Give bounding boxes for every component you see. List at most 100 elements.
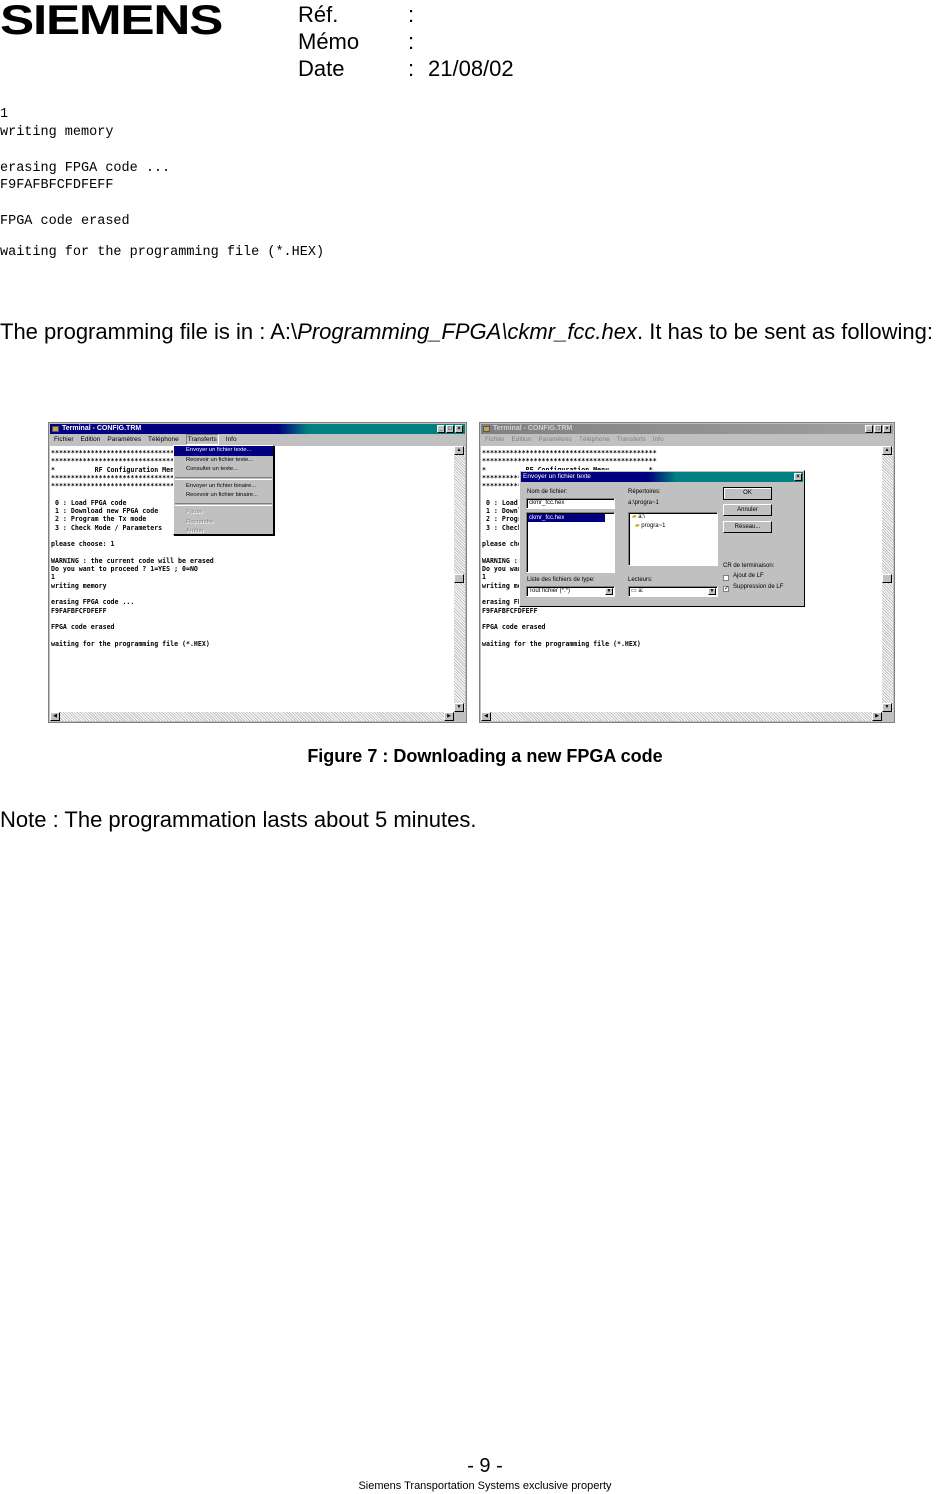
menu-edition[interactable]: Edition	[512, 434, 532, 445]
folder-open-icon: ▰	[632, 514, 637, 520]
cancel-button[interactable]: Annuler	[723, 504, 772, 516]
file-type-value: Tout fichier (*.*)	[529, 588, 571, 594]
maximize-button[interactable]: □	[446, 425, 454, 433]
scroll-down-button[interactable]: ▼	[454, 703, 464, 712]
app-icon	[52, 426, 59, 432]
chevron-down-icon[interactable]: ▼	[605, 588, 613, 595]
menu-bar: Fichier Edition Paramètres Téléphone Tra…	[50, 434, 465, 445]
menu-item-send-text[interactable]: Envoyer un fichier texte...	[174, 446, 273, 456]
send-text-file-dialog: Envoyer un fichier texte × Nom de fichie…	[519, 470, 805, 607]
menu-info[interactable]: Info	[653, 434, 664, 445]
scroll-right-button[interactable]: ▶	[872, 712, 882, 721]
scroll-thumb[interactable]	[454, 574, 464, 583]
menu-bar: Fichier Edition Paramètres Téléphone Tra…	[481, 434, 893, 445]
console-line: FPGA code erased	[0, 214, 130, 229]
menu-info[interactable]: Info	[226, 434, 237, 445]
scroll-right-button[interactable]: ▶	[444, 712, 454, 721]
current-directory: a:\progra~1	[628, 500, 659, 506]
vertical-scrollbar[interactable]: ▲ ▼	[454, 446, 465, 712]
scroll-up-button[interactable]: ▲	[454, 446, 464, 455]
menu-edition[interactable]: Edition	[81, 434, 101, 445]
menu-item-stop: Arrêter	[186, 528, 204, 535]
menu-separator	[175, 502, 272, 506]
menu-item-resume: Reprendre	[186, 518, 214, 525]
menu-item-send-binary[interactable]: Envoyer un fichier binaire...	[174, 482, 273, 492]
menu-item-receive-text[interactable]: Recevoir un fichier texte...	[174, 456, 273, 466]
date-label: Date	[298, 56, 345, 81]
dir-item[interactable]: ▰ a:\	[629, 513, 717, 522]
console-line: waiting for the programming file (*.HEX)	[0, 245, 325, 260]
paragraph-suffix: . It has to be sent as following:	[637, 319, 933, 344]
file-type-label: Liste des fichiers de type:	[527, 577, 595, 583]
vertical-scrollbar[interactable]: ▲ ▼	[882, 446, 893, 712]
drive-select[interactable]: ▭ a: ▼	[628, 586, 718, 597]
page-number: - 9 -	[467, 1455, 503, 1477]
menu-telephone[interactable]: Téléphone	[579, 434, 610, 445]
menu-item-view-text[interactable]: Consulter un texte...	[174, 465, 273, 475]
directory-tree[interactable]: ▰ a:\ ▰ progra~1	[628, 512, 718, 566]
maximize-button[interactable]: □	[874, 425, 882, 433]
scroll-thumb[interactable]	[882, 574, 892, 583]
folder-open-icon: ▰	[635, 523, 640, 529]
ok-button[interactable]: OK	[723, 487, 772, 500]
filename-input[interactable]: ckmr_fcc.hex	[526, 498, 615, 509]
ref-colon: :	[408, 2, 415, 27]
minimize-button[interactable]: _	[865, 425, 873, 433]
remove-lf-checkbox[interactable]: ✓	[723, 586, 729, 592]
menu-transferts[interactable]: Transferts	[617, 434, 646, 445]
scroll-down-button[interactable]: ▼	[882, 703, 892, 712]
path-drive: A:\	[270, 319, 298, 344]
dir-label: progra~1	[641, 523, 666, 529]
menu-item-receive-binary[interactable]: Recevoir un fichier binaire...	[174, 491, 273, 501]
network-button[interactable]: Réseau...	[723, 521, 772, 533]
menu-transferts[interactable]: Transferts	[185, 434, 219, 445]
minimize-button[interactable]: _	[437, 425, 445, 433]
cr-label: CR de terminaison:	[723, 563, 775, 569]
terminal-window-right: Terminal - CONFIG.TRM _ □ × Fichier Edit…	[479, 422, 895, 723]
memo-colon: :	[408, 29, 415, 54]
file-list-item[interactable]: ckmr_fcc.hex	[528, 514, 605, 522]
window-title: Terminal - CONFIG.TRM	[62, 425, 142, 432]
dialog-close-button[interactable]: ×	[794, 473, 802, 481]
path-rest: Programming_FPGA\ckmr_fcc.hex	[297, 319, 638, 344]
menu-parametres[interactable]: Paramètres	[538, 434, 572, 445]
menu-fichier[interactable]: Fichier	[485, 434, 505, 445]
terminal-window-left: Terminal - CONFIG.TRM _ □ × Fichier Edit…	[48, 422, 467, 723]
figure-caption: Figure 7 : Downloading a new FPGA code	[307, 746, 663, 766]
scroll-left-button[interactable]: ◀	[481, 712, 491, 721]
menu-telephone[interactable]: Téléphone	[148, 434, 179, 445]
date-colon: :	[408, 56, 415, 81]
drives-label: Lecteurs:	[628, 577, 653, 583]
drive-value: a:	[638, 588, 644, 594]
add-lf-checkbox[interactable]	[723, 575, 729, 581]
instruction-paragraph: The programming file is in : A:\Programm…	[0, 318, 942, 346]
date-value: 21/08/02	[428, 56, 514, 81]
title-bar: Terminal - CONFIG.TRM _ □ ×	[50, 424, 465, 434]
filename-label: Nom de fichier:	[527, 489, 568, 495]
remove-lf-label: Suppression de LF	[733, 584, 784, 590]
directories-label: Répertoires:	[628, 489, 661, 495]
dialog-title: Envoyer un fichier texte	[521, 472, 803, 482]
close-button[interactable]: ×	[455, 425, 463, 433]
horizontal-scrollbar[interactable]: ◀ ▶	[481, 712, 882, 721]
dir-item[interactable]: ▰ progra~1	[629, 522, 717, 531]
close-button[interactable]: ×	[883, 425, 891, 433]
menu-fichier[interactable]: Fichier	[54, 434, 74, 445]
file-list[interactable]: ckmr_fcc.hex	[526, 512, 615, 573]
console-line: erasing FPGA code ...	[0, 161, 171, 176]
memo-label: Mémo	[298, 29, 360, 54]
menu-separator	[175, 476, 272, 480]
scroll-left-button[interactable]: ◀	[50, 712, 60, 721]
console-line: 1	[0, 107, 9, 122]
file-type-select[interactable]: Tout fichier (*.*) ▼	[526, 586, 615, 597]
scroll-up-button[interactable]: ▲	[882, 446, 892, 455]
ref-label: Réf.	[298, 2, 339, 27]
console-line: writing memory	[0, 125, 114, 140]
horizontal-scrollbar[interactable]: ◀ ▶	[50, 712, 454, 721]
transferts-dropdown: Envoyer un fichier texte... Recevoir un …	[173, 445, 274, 535]
menu-parametres[interactable]: Paramètres	[107, 434, 141, 445]
console-line: F9FAFBFCFDFEFF	[0, 178, 114, 193]
note: Note : The programmation lasts about 5 m…	[0, 807, 477, 832]
paragraph-prefix: The programming file is in :	[0, 319, 271, 344]
chevron-down-icon[interactable]: ▼	[708, 588, 716, 595]
